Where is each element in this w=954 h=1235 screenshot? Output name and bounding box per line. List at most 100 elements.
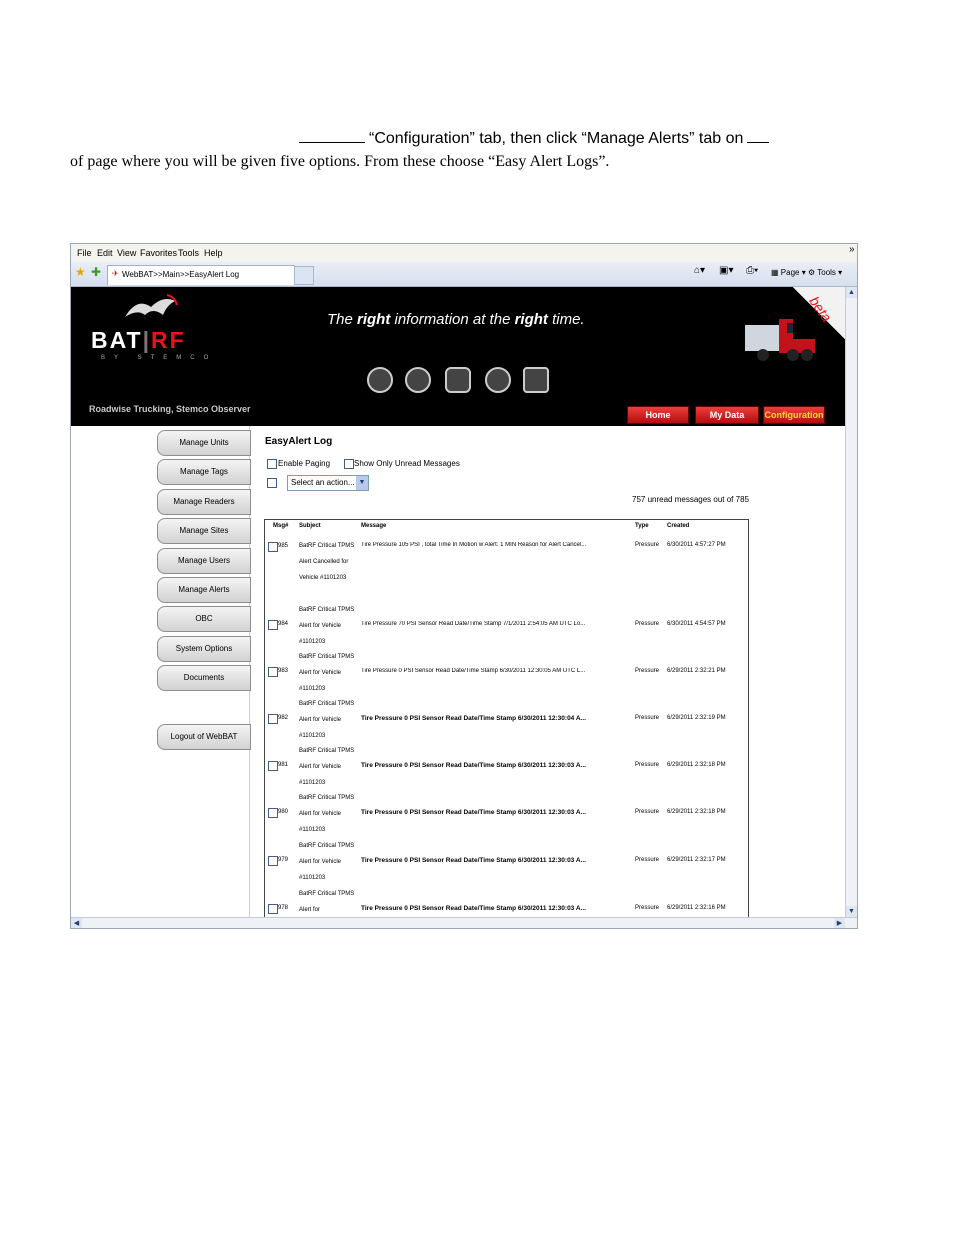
sidebar-item-manage-users[interactable]: Manage Users [157, 548, 251, 574]
chevron-right-icon[interactable]: » [849, 244, 855, 255]
row-checkbox[interactable] [268, 808, 278, 818]
menu-tools[interactable]: Tools [178, 248, 199, 258]
vertical-scrollbar[interactable]: ▲ ▼ [845, 287, 857, 917]
menu-favorites[interactable]: Favorites [140, 248, 177, 258]
blank-field [747, 130, 770, 143]
alert-table: Msg# Subject Message Type Created 985 Bat… [264, 519, 749, 917]
unread-only-label: Show Only Unread Messages [354, 459, 460, 468]
sensor-icon[interactable] [485, 367, 511, 393]
sidebar-item-manage-units[interactable]: Manage Units [157, 430, 251, 456]
batrf-logo: BAT|RF [91, 327, 186, 353]
msg-subject: BatRF Critical TPMS Alert for Vehicle #1… [299, 795, 355, 833]
row-checkbox[interactable] [268, 714, 278, 724]
msg-type: Pressure [635, 809, 660, 815]
msg-subject: BatRF Critical TPMS Alert for Vehicle #1… [299, 701, 355, 739]
scroll-up-icon[interactable]: ▲ [846, 287, 857, 298]
msg-text[interactable]: Tire Pressure 0 PSI Sensor Read Date/Tim… [361, 809, 617, 816]
add-favorite-icon[interactable]: ✚ [91, 265, 101, 279]
new-tab-button[interactable] [294, 266, 314, 285]
msg-created: 6/29/2011 2:32:18 PM [667, 809, 726, 815]
row-checkbox[interactable] [268, 904, 278, 914]
row-checkbox[interactable] [268, 667, 278, 677]
scroll-right-icon[interactable]: ▶ [834, 918, 845, 928]
menu-view[interactable]: View [117, 248, 136, 258]
msg-text[interactable]: Tire Pressure 0 PSI Sensor Read Date/Tim… [361, 762, 617, 769]
msg-number: 982 [278, 715, 289, 721]
logout-button[interactable]: Logout of WebBAT [157, 724, 251, 750]
nav-mydata-button[interactable]: My Data [695, 406, 759, 424]
select-all-checkbox[interactable] [267, 478, 277, 488]
msg-created: 6/29/2011 2:32:17 PM [667, 857, 726, 863]
msg-number: 983 [278, 668, 289, 674]
enable-paging-checkbox[interactable] [267, 459, 277, 469]
sidebar-item-manage-readers[interactable]: Manage Readers [157, 489, 251, 515]
feeds-icon[interactable]: ▣▾ [719, 265, 733, 276]
nav-configuration-button[interactable]: Configuration [763, 406, 825, 424]
enable-paging-label: Enable Paging [278, 459, 331, 468]
unread-only-checkbox[interactable] [344, 459, 354, 469]
menu-help[interactable]: Help [204, 248, 223, 258]
tire-icon[interactable] [405, 367, 431, 393]
page-menu-button[interactable]: ▦ Page ▾ [771, 268, 806, 277]
action-select[interactable]: Select an action... ▼ [287, 475, 369, 491]
scroll-down-icon[interactable]: ▼ [846, 906, 857, 917]
browser-tab-bar: ★ ✚ ✈ WebBAT>>Main>>EasyAlert Log ⌂▾ ▣▾ … [71, 262, 857, 287]
row-checkbox[interactable] [268, 761, 278, 771]
sidebar-item-manage-alerts[interactable]: Manage Alerts [157, 577, 251, 603]
sidebar-item-obc[interactable]: OBC [157, 606, 251, 632]
easyalert-log-panel: EasyAlert Log Enable Paging Show Only Un… [261, 426, 845, 917]
msg-type: Pressure [635, 905, 660, 911]
sidebar-item-system-options[interactable]: System Options [157, 636, 251, 662]
msg-subject: BatRF Critical TPMS Alert for Vehicle #1… [299, 607, 355, 645]
msg-type: Pressure [635, 542, 660, 548]
browser-menu-bar: File Edit View Favorites Tools Help » [71, 244, 857, 262]
msg-type: Pressure [635, 762, 660, 768]
msg-text[interactable]: Tire Pressure 0 PSI Sensor Read Date/Tim… [361, 668, 617, 674]
msg-subject: BatRF Critical TPMS Alert for [299, 891, 355, 913]
row-checkbox[interactable] [268, 542, 278, 552]
home-icon[interactable]: ⌂▾ [694, 265, 705, 276]
page-menu-label: Page [780, 268, 800, 277]
instruction-text-1: “Configuration” tab, then click “Manage … [369, 130, 744, 147]
row-checkbox[interactable] [268, 620, 278, 630]
row-checkbox[interactable] [268, 856, 278, 866]
table-row[interactable]: 978 BatRF Critical TPMS Alert for Tire Pre… [265, 890, 748, 917]
msg-created: 6/29/2011 2:32:19 PM [667, 715, 726, 721]
msg-number: 981 [278, 762, 289, 768]
browser-tab-active[interactable]: ✈ WebBAT>>Main>>EasyAlert Log [107, 265, 295, 285]
msg-number: 978 [278, 905, 289, 911]
scroll-left-icon[interactable]: ◀ [71, 918, 82, 928]
horizontal-scrollbar[interactable]: ◀ ▶ [71, 917, 857, 928]
header-msg: Msg# [273, 523, 289, 529]
menu-edit[interactable]: Edit [97, 248, 113, 258]
msg-type: Pressure [635, 621, 660, 627]
gauge-icon[interactable] [367, 367, 393, 393]
favorites-star-icon[interactable]: ★ [75, 265, 86, 279]
msg-text[interactable]: Tire Pressure 105 PSI , total Time In Mo… [361, 542, 617, 548]
header-message: Message [361, 523, 387, 529]
logo-subtitle: BY STEMCO [101, 355, 218, 361]
nav-home-button[interactable]: Home [627, 406, 689, 424]
header-subject: Subject [299, 523, 321, 529]
msg-type: Pressure [635, 857, 660, 863]
msg-subject: BatRF Critical TPMS Alert for Vehicle #1… [299, 843, 355, 881]
chevron-down-icon[interactable]: ▼ [356, 476, 368, 490]
browser-tab-title: WebBAT>>Main>>EasyAlert Log [122, 270, 240, 279]
msg-text[interactable]: Tire Pressure 0 PSI Sensor Read Date/Tim… [361, 905, 617, 912]
reader-icon[interactable] [445, 367, 471, 393]
msg-number: 980 [278, 809, 289, 815]
msg-text[interactable]: Tire Pressure 0 PSI Sensor Read Date/Tim… [361, 715, 617, 722]
site-banner: BAT|RF BY STEMCO The right information a… [71, 287, 845, 426]
print-icon[interactable]: ⎙▾ [746, 265, 758, 276]
table-row[interactable]: 985 BatRF Critical TPMS Alert Cancelled f… [265, 542, 748, 606]
tools-menu-button[interactable]: ⚙ Tools ▾ [808, 268, 842, 277]
sidebar-item-documents[interactable]: Documents [157, 665, 251, 691]
msg-text[interactable]: Tire Pressure 0 PSI Sensor Read Date/Tim… [361, 857, 617, 864]
header-type: Type [635, 523, 649, 529]
monitor-icon[interactable] [523, 367, 549, 393]
sidebar-item-manage-tags[interactable]: Manage Tags [157, 459, 251, 485]
menu-file[interactable]: File [77, 248, 92, 258]
msg-text[interactable]: Tire Pressure 70 PSI Sensor Read Date/Ti… [361, 621, 617, 627]
sidebar-item-manage-sites[interactable]: Manage Sites [157, 518, 251, 544]
tools-menu-label: Tools [817, 268, 836, 277]
